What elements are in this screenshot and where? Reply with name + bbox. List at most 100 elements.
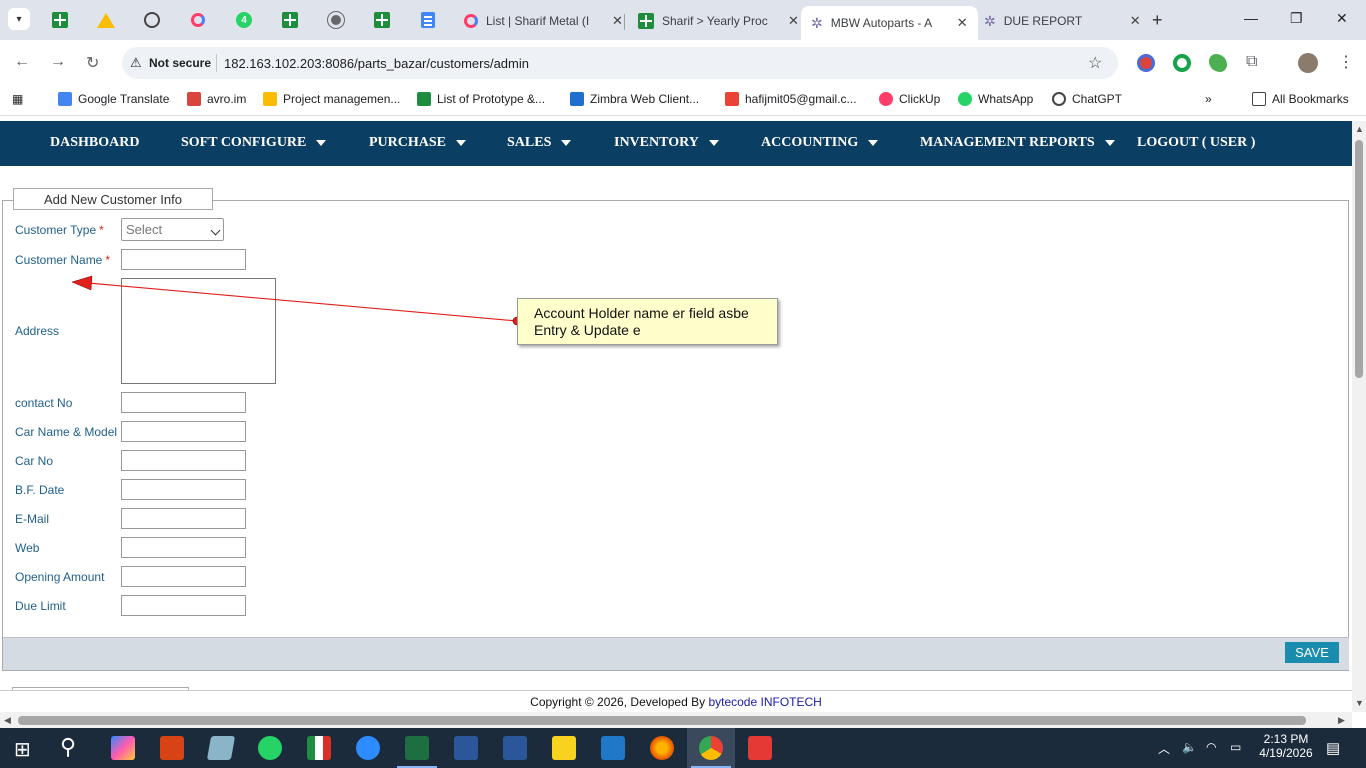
extension-grammarly-icon[interactable] — [1173, 54, 1191, 72]
avro-keyboard-icon[interactable] — [160, 736, 184, 760]
close-icon[interactable]: ✕ — [957, 15, 968, 31]
nav-dashboard[interactable]: DASHBOARD — [50, 135, 139, 151]
url-text[interactable]: 182.163.102.203:8086/parts_bazar/custome… — [224, 56, 529, 71]
new-tab-button[interactable]: + — [1152, 10, 1163, 31]
window-close-icon[interactable]: ✕ — [1336, 10, 1348, 27]
tab-search-chevron-icon[interactable]: ▾ — [8, 8, 30, 30]
opening-amount-input[interactable] — [121, 566, 246, 587]
tab-sharif-yearly[interactable]: Sharif > Yearly Proc ✕ — [628, 6, 809, 36]
puzzle-extensions-icon[interactable]: ⧉ — [1246, 53, 1257, 71]
warning-triangle-icon[interactable]: ⚠ — [130, 55, 142, 71]
taskbar-clock[interactable]: 2:13 PM 4/19/2026 — [1258, 732, 1314, 760]
bookmark-google-translate[interactable]: Google Translate — [58, 92, 169, 106]
vertical-scroll-thumb[interactable] — [1355, 140, 1363, 378]
anydesk-icon[interactable] — [748, 736, 772, 760]
address-textarea[interactable] — [121, 278, 276, 384]
bookmark-chatgpt[interactable]: ChatGPT — [1052, 92, 1122, 106]
developer-link[interactable]: bytecode INFOTECH — [708, 695, 821, 709]
bookmark-zimbra[interactable]: Zimbra Web Client... — [570, 92, 699, 106]
nav-purchase[interactable]: PURCHASE — [369, 135, 467, 151]
nav-inventory[interactable]: INVENTORY — [614, 135, 719, 151]
windows-start-icon[interactable]: ⊞ — [14, 737, 31, 762]
volume-icon[interactable]: 🔈 — [1182, 740, 1197, 754]
word-icon[interactable] — [454, 736, 478, 760]
file-explorer-icon[interactable] — [206, 736, 236, 760]
reload-icon[interactable]: ↻ — [86, 53, 99, 73]
car-no-input[interactable] — [121, 450, 246, 471]
close-icon[interactable]: ✕ — [1130, 13, 1141, 29]
pinned-tab-sheets-icon[interactable] — [50, 10, 70, 30]
minimize-icon[interactable]: — — [1244, 10, 1258, 26]
word-icon[interactable] — [503, 736, 527, 760]
nav-management-reports[interactable]: MANAGEMENT REPORTS — [920, 135, 1115, 151]
bookmark-list-of-prototype[interactable]: List of Prototype &... — [417, 92, 545, 106]
scroll-left-arrow-icon[interactable]: ◀ — [4, 715, 11, 726]
scroll-right-arrow-icon[interactable]: ▶ — [1338, 715, 1345, 726]
bf-date-input[interactable] — [121, 479, 246, 500]
battery-icon[interactable]: ▭ — [1230, 740, 1241, 754]
scroll-down-arrow-icon[interactable]: ▼ — [1355, 698, 1364, 708]
tab-mbw-autoparts[interactable]: ✲ MBW Autoparts - A ✕ — [801, 6, 978, 40]
whatsapp-icon[interactable] — [258, 736, 282, 760]
nav-logout[interactable]: LOGOUT ( USER ) — [1137, 135, 1255, 151]
save-button[interactable]: SAVE — [1285, 642, 1339, 663]
tab-sharif-metal[interactable]: List | Sharif Metal (I ✕ — [454, 6, 633, 36]
car-name-model-input[interactable] — [121, 421, 246, 442]
close-icon[interactable]: ✕ — [788, 13, 799, 29]
drive-icon — [263, 92, 277, 106]
pinned-tab-whatsapp-icon[interactable]: 4 — [234, 10, 254, 30]
pinned-tab-docs-icon[interactable] — [418, 10, 438, 30]
more-bookmarks-chevron-icon[interactable]: » — [1205, 92, 1212, 106]
due-limit-input[interactable] — [121, 595, 246, 616]
pinned-tab-globe-icon[interactable] — [326, 10, 346, 30]
scroll-up-arrow-icon[interactable]: ▲ — [1355, 124, 1364, 134]
zoom-icon[interactable] — [356, 736, 380, 760]
search-icon[interactable]: ⚲ — [60, 734, 76, 760]
all-bookmarks[interactable]: All Bookmarks — [1252, 92, 1349, 106]
web-input[interactable] — [121, 537, 246, 558]
caret-down-icon — [868, 139, 879, 146]
bookmark-whatsapp[interactable]: WhatsApp — [958, 92, 1033, 106]
tab-due-report[interactable]: ✲ DUE REPORT ✕ — [974, 6, 1151, 36]
bookmark-clickup[interactable]: ClickUp — [879, 92, 940, 106]
bookmark-project-management[interactable]: Project managemen... — [263, 92, 400, 106]
customer-name-input[interactable] — [121, 249, 246, 270]
nav-accounting[interactable]: ACCOUNTING — [761, 135, 879, 151]
sticky-notes-icon[interactable] — [552, 736, 576, 760]
nav-sales[interactable]: SALES — [507, 135, 572, 151]
copilot-icon[interactable] — [111, 736, 135, 760]
pinned-tab-sheets-icon[interactable] — [372, 10, 392, 30]
notification-icon[interactable]: ▤ — [1326, 739, 1340, 757]
security-label[interactable]: Not secure — [149, 56, 211, 70]
pinned-tab-sheets-icon[interactable] — [280, 10, 300, 30]
tab-title: List | Sharif Metal (I — [486, 14, 590, 28]
extension-green-icon[interactable] — [1209, 54, 1227, 72]
bookmark-gmail[interactable]: hafijmit05@gmail.c... — [725, 92, 857, 106]
wifi-icon[interactable]: ◠ — [1206, 740, 1216, 754]
chrome-icon[interactable] — [699, 736, 723, 760]
pinned-tab-clickup-icon[interactable] — [188, 10, 208, 30]
bookmark-avro[interactable]: avro.im — [187, 92, 246, 106]
close-icon[interactable]: ✕ — [612, 13, 623, 29]
more-menu-icon[interactable]: ⋮ — [1338, 52, 1354, 72]
firefox-icon[interactable] — [650, 736, 674, 760]
excel-icon[interactable] — [405, 736, 429, 760]
tray-overflow-chevron-icon[interactable]: ︿ — [1158, 740, 1170, 757]
customer-type-select[interactable]: Select — [121, 218, 224, 241]
back-arrow-icon[interactable]: ← — [14, 53, 30, 71]
profile-avatar[interactable] — [1298, 53, 1318, 73]
app-icon[interactable] — [307, 736, 331, 760]
forward-arrow-icon[interactable]: → — [50, 53, 66, 71]
restore-icon[interactable]: ❐ — [1290, 10, 1303, 27]
pinned-tab-chatgpt-icon[interactable] — [142, 10, 162, 30]
email-input[interactable] — [121, 508, 246, 529]
contact-no-input[interactable] — [121, 392, 246, 413]
tab-title: DUE REPORT — [1003, 14, 1083, 28]
pinned-tab-drive-icon[interactable] — [96, 10, 116, 30]
nav-soft-configure[interactable]: SOFT CONFIGURE — [181, 135, 327, 151]
app-s-icon[interactable] — [601, 736, 625, 760]
horizontal-scroll-thumb[interactable] — [18, 716, 1306, 725]
bookmark-star-icon[interactable]: ☆ — [1088, 53, 1102, 73]
apps-grid-icon[interactable]: ▦ — [12, 92, 23, 106]
extension-translate-icon[interactable] — [1137, 54, 1155, 72]
